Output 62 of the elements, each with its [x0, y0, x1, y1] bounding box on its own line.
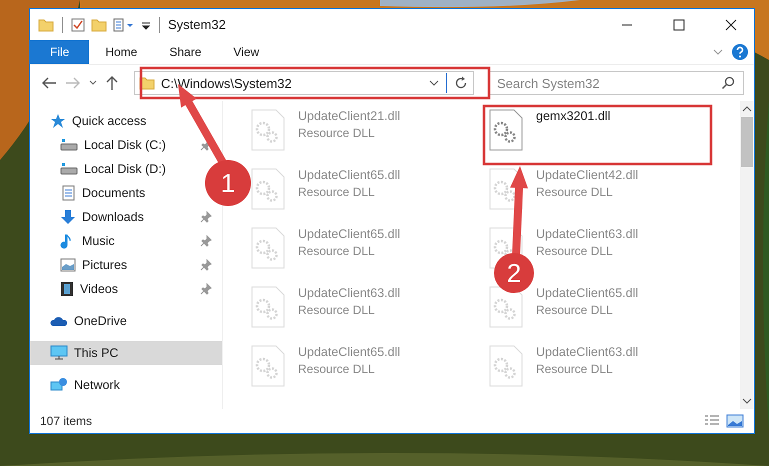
- cloud-icon: [50, 314, 68, 328]
- file-type: Resource DLL: [298, 185, 376, 199]
- window-title: System32: [168, 17, 226, 32]
- ribbon-tab[interactable]: Share: [153, 40, 218, 64]
- scrollbar-thumb[interactable]: [741, 117, 753, 167]
- pin-icon[interactable]: [200, 283, 212, 295]
- sidebar-item[interactable]: Local Disk (C:): [30, 133, 222, 157]
- sidebar-item[interactable]: This PC: [30, 341, 222, 365]
- document-icon: [60, 185, 76, 201]
- file-type: Resource DLL: [298, 244, 376, 258]
- search-field[interactable]: Search System32: [488, 71, 744, 95]
- address-bar[interactable]: C:\Windows\System32: [134, 71, 474, 95]
- up-icon[interactable]: [104, 75, 120, 91]
- file-type: Resource DLL: [536, 244, 614, 258]
- sidebar-item[interactable]: Local Disk (D:): [30, 157, 182, 181]
- sidebar-item[interactable]: Documents: [30, 181, 162, 205]
- sidebar-item[interactable]: Downloads: [30, 205, 222, 229]
- drive-icon: [60, 138, 78, 152]
- step-badge: 1: [205, 160, 251, 206]
- folder-icon[interactable]: [38, 18, 54, 32]
- chevron-icon[interactable]: [428, 78, 440, 88]
- pin-icon[interactable]: [200, 211, 212, 223]
- file-type: Resource DLL: [536, 362, 614, 376]
- file-type: Resource DLL: [298, 126, 376, 140]
- file-type: Resource DLL: [298, 303, 376, 317]
- pin-icon[interactable]: [200, 235, 212, 247]
- sidebar-item[interactable]: Videos: [30, 277, 222, 301]
- back-icon[interactable]: [40, 76, 58, 90]
- sidebar-item[interactable]: Pictures: [30, 253, 222, 277]
- monitor-icon: [50, 345, 68, 361]
- file-name[interactable]: gemx3201.dll: [536, 109, 610, 123]
- ribbon-tab[interactable]: File: [30, 40, 90, 64]
- ribbon-tab[interactable]: Home: [89, 40, 154, 64]
- scroll-up-icon[interactable]: [742, 105, 752, 113]
- large-icons-view-icon[interactable]: [726, 414, 744, 428]
- scrollbar[interactable]: [740, 101, 754, 409]
- scroll-down-icon[interactable]: [742, 397, 752, 405]
- ribbon-tab[interactable]: View: [217, 40, 276, 64]
- properties-icon[interactable]: [113, 18, 135, 32]
- step-badge: 2: [494, 253, 534, 293]
- sidebar-item[interactable]: OneDrive: [30, 309, 222, 333]
- sidebar-item[interactable]: Quick access: [30, 109, 222, 133]
- sidebar-item[interactable]: Music: [30, 229, 222, 253]
- file-type: Resource DLL: [536, 303, 614, 317]
- gear-file-icon[interactable]: [489, 109, 523, 151]
- search-icon[interactable]: [721, 76, 735, 90]
- help-icon[interactable]: [732, 44, 748, 60]
- pin-icon[interactable]: [200, 259, 212, 271]
- star-icon: [50, 113, 66, 129]
- new-folder-icon[interactable]: [91, 18, 107, 32]
- sidebar-item[interactable]: Network: [30, 373, 222, 397]
- address-path: C:\Windows\System32: [161, 76, 292, 90]
- film-icon: [60, 281, 74, 297]
- picture-icon: [60, 258, 76, 272]
- item-count: 107 items: [40, 414, 92, 428]
- checklist-icon[interactable]: [71, 18, 85, 32]
- file-type: Resource DLL: [298, 362, 376, 376]
- network-icon: [50, 377, 68, 393]
- file-type: Resource DLL: [536, 185, 614, 199]
- download-icon: [60, 209, 76, 225]
- drive-icon: [60, 162, 78, 176]
- refresh-icon[interactable]: [453, 75, 469, 91]
